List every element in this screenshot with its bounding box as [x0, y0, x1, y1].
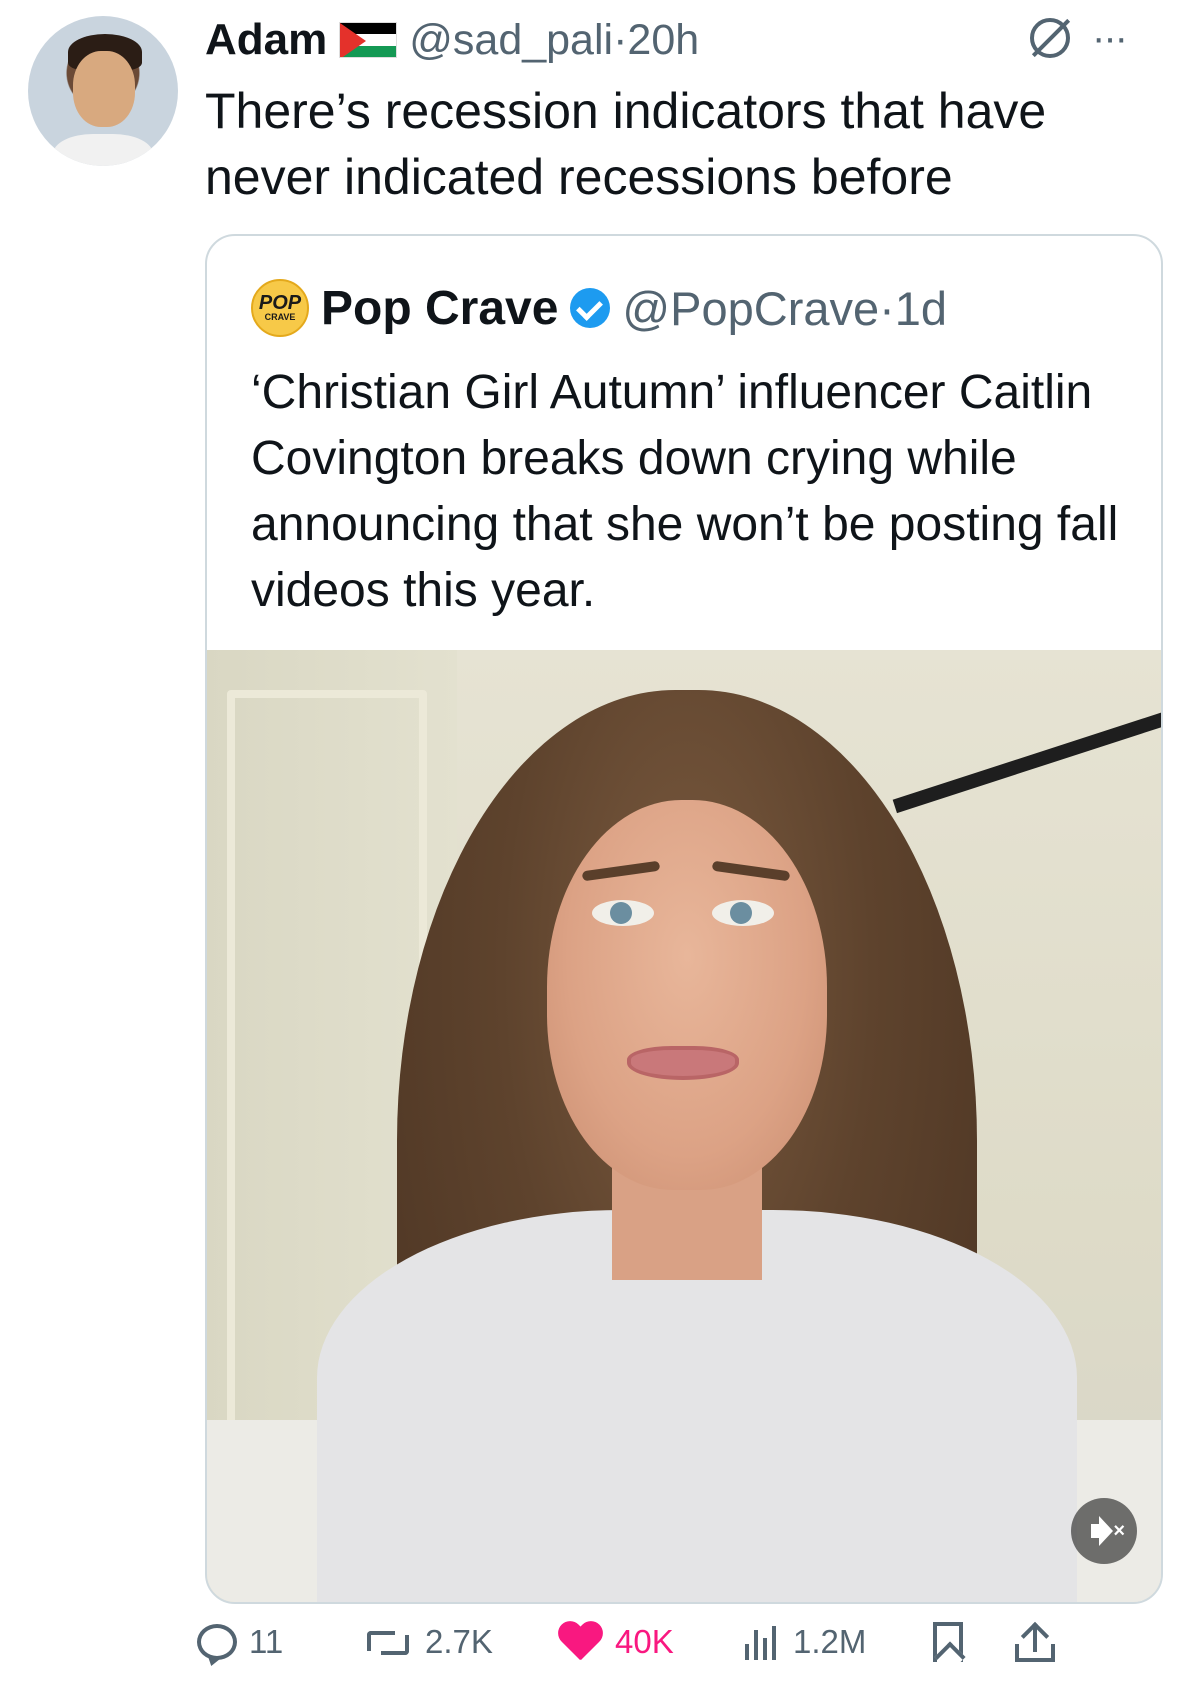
reply-button[interactable]: 11 [197, 1612, 283, 1672]
quoted-tweet-header: POP CRAVE Pop Crave @PopCrave·1d [251, 278, 947, 338]
quoted-time[interactable]: 1d [895, 282, 947, 335]
video-background-frame [892, 700, 1161, 814]
quoted-author-handle[interactable]: @PopCrave·1d [622, 281, 947, 336]
quoted-author-name[interactable]: Pop Crave [321, 281, 558, 336]
quoted-tweet-text: ‘Christian Girl Autumn’ influencer Caitl… [251, 366, 1119, 617]
author-handle-text[interactable]: @sad_pali [409, 16, 613, 64]
mute-button[interactable]: × [1071, 1498, 1137, 1564]
reply-icon [197, 1624, 237, 1660]
author-handle[interactable]: @sad_pali·20h [409, 16, 699, 65]
views-count: 1.2M [793, 1623, 867, 1660]
separator: · [879, 281, 895, 335]
video-person-eye [592, 900, 654, 926]
avatar-shirt [53, 134, 153, 166]
video-player[interactable]: × [207, 650, 1161, 1602]
bookmark-button[interactable] [933, 1612, 963, 1672]
retweet-icon [363, 1627, 413, 1657]
like-button[interactable]: 40K [557, 1612, 674, 1672]
reply-count: 11 [249, 1623, 284, 1660]
flag-icon [339, 22, 398, 58]
author-avatar[interactable] [28, 16, 178, 166]
retweet-count: 2.7K [425, 1623, 493, 1660]
views-button[interactable]: 1.2M [745, 1612, 866, 1672]
mute-icon [1091, 1524, 1103, 1538]
quoted-author-avatar[interactable]: POP CRAVE [251, 279, 309, 337]
separator: · [613, 15, 628, 64]
tweet-header: Adam @sad_pali·20h [205, 12, 699, 68]
tweet-actions: 11 2.7K 40K 1.2M [197, 1612, 1163, 1672]
author-name[interactable]: Adam [205, 15, 327, 65]
more-icon[interactable]: ··· [1092, 18, 1128, 58]
quoted-handle-text[interactable]: @PopCrave [622, 282, 879, 335]
avatar-face [73, 51, 135, 127]
mute-x-icon: × [1113, 1519, 1125, 1542]
logo-text-top: POP [258, 292, 302, 314]
video-person-eye [712, 900, 774, 926]
video-person-mouth [627, 1046, 739, 1080]
quoted-tweet[interactable]: POP CRAVE Pop Crave @PopCrave·1d ‘Christ… [205, 234, 1163, 1604]
retweet-button[interactable]: 2.7K [363, 1612, 493, 1672]
grok-icon[interactable] [1030, 18, 1070, 58]
bookmark-icon [933, 1622, 963, 1662]
tweet-header-actions: ··· [1030, 18, 1128, 58]
tweet-text: There’s recession indicators that have n… [205, 83, 1047, 205]
tweet-time[interactable]: 20h [627, 16, 699, 64]
like-count: 40K [615, 1623, 674, 1660]
heart-icon [557, 1622, 603, 1662]
share-icon [1015, 1621, 1055, 1662]
verified-icon [570, 288, 611, 328]
logo-text-bottom: CRAVE [264, 312, 296, 322]
video-person-face [547, 800, 827, 1190]
views-icon [745, 1624, 781, 1660]
share-button[interactable] [1015, 1612, 1055, 1672]
